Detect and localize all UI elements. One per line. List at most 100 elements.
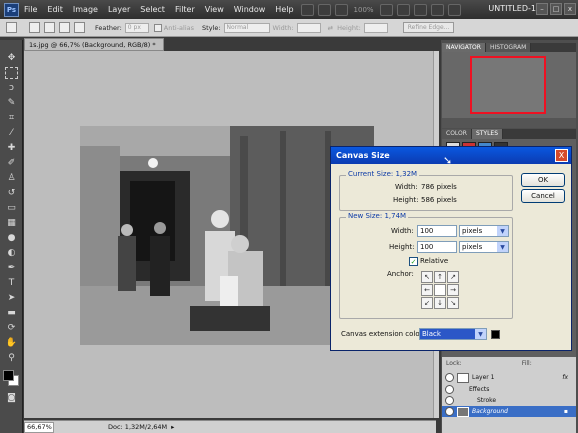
- menu-image[interactable]: Image: [68, 5, 103, 14]
- clone-stamp-tool-icon[interactable]: ♙: [5, 172, 18, 184]
- foreground-color-swatch[interactable]: [3, 370, 14, 381]
- anchor-bottom[interactable]: ↓: [434, 297, 446, 309]
- pen-tool-icon[interactable]: ✒: [5, 262, 18, 274]
- visibility-eye-icon[interactable]: [445, 373, 454, 382]
- cancel-button[interactable]: Cancel: [521, 189, 565, 203]
- menu-select[interactable]: Select: [135, 5, 170, 14]
- visibility-eye-icon[interactable]: [445, 396, 454, 405]
- swap-icon[interactable]: ⇄: [328, 24, 333, 32]
- history-brush-tool-icon[interactable]: ↺: [5, 187, 18, 199]
- anchor-top-left[interactable]: ↖: [421, 271, 433, 283]
- new-selection-icon[interactable]: [29, 22, 40, 33]
- hand-tool-icon[interactable]: [379, 3, 393, 16]
- workspace-title[interactable]: UNTITLED-1: [488, 4, 536, 13]
- ok-button[interactable]: OK: [521, 173, 565, 187]
- height-input[interactable]: 100: [417, 241, 457, 253]
- zoom-tool-icon[interactable]: ⚲: [5, 352, 18, 364]
- path-selection-tool-icon[interactable]: ➤: [5, 292, 18, 304]
- marquee-tool-icon[interactable]: [6, 22, 17, 33]
- extension-color-select[interactable]: Black ▼: [419, 328, 487, 340]
- menu-help[interactable]: Help: [270, 5, 298, 14]
- crop-tool-icon[interactable]: ⌗: [5, 112, 18, 124]
- layer-row[interactable]: Layer 1 fx: [442, 372, 576, 383]
- height-input[interactable]: [363, 22, 388, 33]
- height-unit-value: pixels: [462, 243, 483, 251]
- width-input[interactable]: 100: [417, 225, 457, 237]
- width-input[interactable]: [296, 22, 321, 33]
- add-selection-icon[interactable]: [44, 22, 55, 33]
- chevron-down-icon[interactable]: ▼: [475, 329, 486, 339]
- fx-icon[interactable]: fx: [562, 374, 568, 381]
- mouse-cursor-icon: ➘: [443, 154, 453, 167]
- menu-filter[interactable]: Filter: [170, 5, 200, 14]
- maximize-button[interactable]: □: [550, 3, 562, 15]
- current-width-label: Width:: [395, 183, 418, 191]
- style-select[interactable]: Normal: [223, 22, 270, 33]
- zoom-level-select[interactable]: 100%: [354, 6, 374, 14]
- type-tool-icon[interactable]: T: [5, 277, 18, 289]
- gradient-tool-icon[interactable]: ▦: [5, 217, 18, 229]
- visibility-eye-icon[interactable]: [445, 385, 454, 394]
- layer-name: Background: [472, 408, 508, 415]
- anchor-bottom-left[interactable]: ↙: [421, 297, 433, 309]
- status-bar: 66,67% Doc: 1,32M/2,64M ▸: [24, 420, 436, 433]
- screen-mode-icon[interactable]: [447, 3, 461, 16]
- anchor-bottom-right[interactable]: ↘: [447, 297, 459, 309]
- feather-input[interactable]: 0 px: [124, 22, 149, 33]
- document-tab[interactable]: 1s.jpg @ 66,7% (Background, RGB/8) *: [24, 38, 164, 51]
- status-menu-arrow-icon[interactable]: ▸: [171, 423, 174, 431]
- close-dialog-button[interactable]: X: [555, 149, 568, 162]
- rectangular-marquee-tool-icon[interactable]: [5, 67, 18, 79]
- zoom-tool-icon[interactable]: [396, 3, 410, 16]
- menu-view[interactable]: View: [200, 5, 229, 14]
- mini-bridge-icon[interactable]: [317, 3, 331, 16]
- quick-selection-tool-icon[interactable]: ✎: [5, 97, 18, 109]
- refine-edge-button[interactable]: Refine Edge...: [402, 22, 455, 33]
- menu-layer[interactable]: Layer: [103, 5, 135, 14]
- chevron-down-icon[interactable]: ▼: [497, 242, 508, 252]
- arrange-documents-icon[interactable]: [430, 3, 444, 16]
- layer-effects-row[interactable]: Effects: [442, 384, 576, 395]
- shape-tool-icon[interactable]: ▬: [5, 307, 18, 319]
- quick-mask-icon[interactable]: ◙: [5, 392, 18, 404]
- eraser-tool-icon[interactable]: ▭: [5, 202, 18, 214]
- menu-edit[interactable]: Edit: [42, 5, 68, 14]
- menu-file[interactable]: File: [19, 5, 42, 14]
- chevron-down-icon[interactable]: ▼: [497, 226, 508, 236]
- relative-checkbox[interactable]: ✓: [409, 257, 418, 266]
- anchor-center[interactable]: [434, 284, 446, 296]
- width-unit-select[interactable]: pixels ▼: [459, 225, 509, 237]
- subtract-selection-icon[interactable]: [59, 22, 70, 33]
- 3d-rotate-tool-icon[interactable]: ⟳: [5, 322, 18, 334]
- height-unit-select[interactable]: pixels ▼: [459, 241, 509, 253]
- dodge-tool-icon[interactable]: ◐: [5, 247, 18, 259]
- visibility-eye-icon[interactable]: [445, 407, 454, 416]
- move-tool-icon[interactable]: ✥: [5, 52, 18, 64]
- tab-color[interactable]: COLOR: [442, 129, 472, 139]
- layer-row-selected[interactable]: Background ▪: [442, 406, 576, 417]
- anchor-top[interactable]: ↑: [434, 271, 446, 283]
- minimize-button[interactable]: –: [536, 3, 548, 15]
- close-window-button[interactable]: x: [564, 3, 576, 15]
- anchor-right[interactable]: →: [447, 284, 459, 296]
- brush-tool-icon[interactable]: ✐: [5, 157, 18, 169]
- bridge-icon[interactable]: [300, 3, 314, 16]
- eyedropper-tool-icon[interactable]: ⁄: [5, 127, 18, 139]
- rotate-view-icon[interactable]: [413, 3, 427, 16]
- anchor-top-right[interactable]: ↗: [447, 271, 459, 283]
- layer-effect-row[interactable]: Stroke: [442, 395, 576, 406]
- lasso-tool-icon[interactable]: ↄ: [5, 82, 18, 94]
- extension-color-swatch[interactable]: [491, 330, 500, 339]
- tab-styles[interactable]: STYLES: [471, 129, 504, 139]
- navigator-zoom-slider[interactable]: [442, 118, 576, 128]
- status-zoom-field[interactable]: 66,67%: [24, 421, 54, 433]
- blur-tool-icon[interactable]: ●: [5, 232, 18, 244]
- anchor-left[interactable]: ←: [421, 284, 433, 296]
- menu-window[interactable]: Window: [229, 5, 271, 14]
- healing-brush-tool-icon[interactable]: ✚: [5, 142, 18, 154]
- hand-tool-icon[interactable]: ✋: [5, 337, 18, 349]
- intersect-selection-icon[interactable]: [74, 22, 85, 33]
- view-extras-icon[interactable]: [334, 3, 348, 16]
- navigator-view-box[interactable]: [470, 56, 546, 114]
- antialias-checkbox[interactable]: [153, 23, 162, 32]
